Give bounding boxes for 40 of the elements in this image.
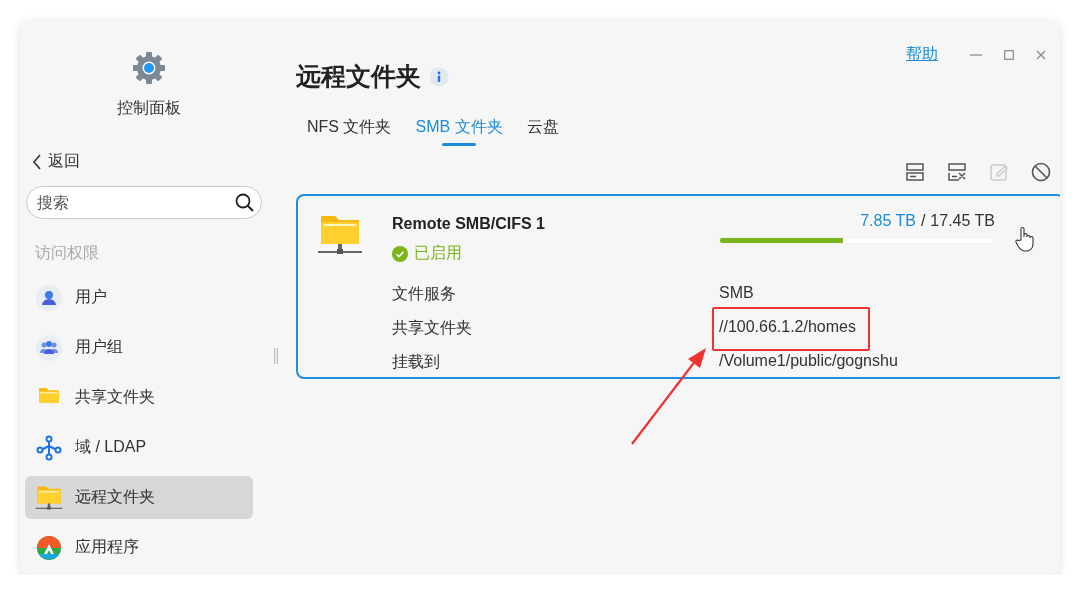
gear-icon xyxy=(131,50,167,86)
user-icon xyxy=(35,283,63,312)
detail-value: /Volume1/public/gognshu xyxy=(719,352,898,371)
sidebar-item[interactable]: 用户组 xyxy=(25,326,253,369)
used-capacity: 7.85 TB xyxy=(860,212,916,230)
detail-value: SMB xyxy=(719,284,754,303)
tab[interactable]: NFS 文件夹 xyxy=(307,117,392,146)
total-capacity: 17.45 TB xyxy=(930,212,995,230)
tab[interactable]: 云盘 xyxy=(526,117,559,146)
network-folder-icon xyxy=(35,483,63,512)
server-add-icon[interactable] xyxy=(905,162,925,182)
sidebar-item[interactable]: 共享文件夹 xyxy=(25,376,253,419)
chevron-left-icon xyxy=(32,153,42,170)
separator-text: / xyxy=(920,212,926,230)
sidebar-item[interactable]: 远程文件夹 xyxy=(25,476,253,519)
resize-handle[interactable] xyxy=(274,348,278,364)
disable-icon[interactable] xyxy=(1031,162,1051,182)
status-text: 已启用 xyxy=(414,243,462,263)
app-icon xyxy=(35,534,63,561)
app-title: 控制面板 xyxy=(117,98,181,118)
server-remove-icon[interactable] xyxy=(947,162,967,182)
section-heading: 访问权限 xyxy=(35,243,100,263)
sidebar-item[interactable]: 域 / LDAP xyxy=(25,426,253,469)
detail-label: 共享文件夹 xyxy=(392,318,473,338)
sidebar-item[interactable]: 应用程序 xyxy=(25,526,253,569)
back-link[interactable]: 返回 xyxy=(32,151,80,172)
hand-cursor-icon xyxy=(1015,226,1035,252)
check-circle-icon xyxy=(392,245,408,262)
group-icon xyxy=(35,333,63,362)
search-icon[interactable] xyxy=(235,193,254,212)
info-icon[interactable] xyxy=(429,66,449,87)
sidebar-item[interactable]: 用户 xyxy=(25,276,253,319)
network-nodes-icon xyxy=(35,434,63,461)
close-icon[interactable] xyxy=(1036,49,1046,60)
maximize-icon[interactable] xyxy=(1004,49,1014,60)
folder-name: Remote SMB/CIFS 1 xyxy=(392,215,546,233)
detail-label: 文件服务 xyxy=(392,284,457,304)
page-title: 远程文件夹 xyxy=(296,61,421,92)
search-field[interactable]: 搜索 xyxy=(26,186,262,219)
detail-label: 挂载到 xyxy=(392,352,441,372)
